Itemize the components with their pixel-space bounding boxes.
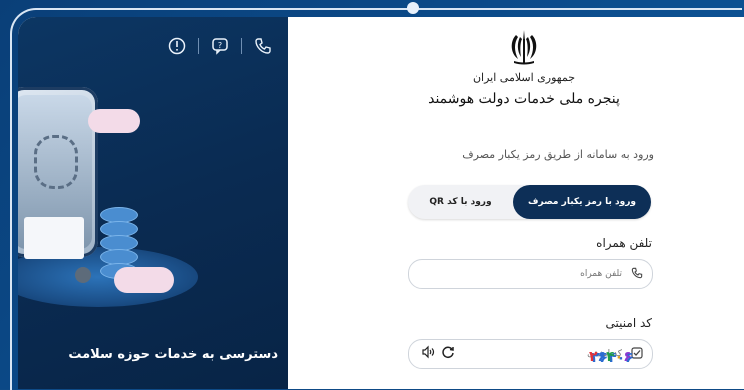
security-code-field: ۲۶۴۰۶: [408, 339, 653, 369]
captcha-char: ۴: [606, 349, 615, 365]
frame-dot: [407, 2, 419, 14]
phone-label: تلفن همراه: [596, 236, 652, 250]
login-method-tabs: ورود با رمز یکبار مصرف ورود با کد QR: [408, 185, 651, 219]
refresh-captcha-icon[interactable]: [441, 345, 455, 363]
audio-captcha-icon[interactable]: [421, 345, 435, 363]
phone-icon: [630, 266, 644, 280]
form-illustration: [24, 217, 84, 259]
phone-icon[interactable]: [252, 35, 274, 57]
top-icons: ?: [166, 35, 274, 57]
captcha-text: ۲۶۴۰۶: [589, 349, 632, 365]
captcha-char: ۰: [614, 349, 624, 365]
captcha-char: ۶: [597, 349, 607, 365]
tab-otp[interactable]: ورود با رمز یکبار مصرف: [513, 185, 651, 219]
phone-field: [408, 259, 653, 289]
security-code-label: کد امنیتی: [605, 316, 652, 330]
fingerprint-icon: [34, 135, 78, 189]
hero-panel: ? دسترسی به خدمات حوزه سلامت: [18, 17, 288, 389]
cloud-icon: [114, 267, 174, 293]
login-panel: جمهوری اسلامی ایران پنجره ملی خدمات دولت…: [288, 17, 744, 389]
divider: [241, 38, 242, 54]
svg-text:?: ?: [218, 41, 222, 50]
tab-qr[interactable]: ورود با کد QR: [408, 185, 513, 219]
chat-icon[interactable]: ?: [209, 35, 231, 57]
login-card: ? دسترسی به خدمات حوزه سلامت جمهوری اسلا…: [18, 17, 744, 389]
org-line-2: پنجره ملی خدمات دولت هوشمند: [428, 91, 620, 107]
divider: [198, 38, 199, 54]
captcha-char: ۲: [589, 349, 598, 365]
cloud-icon: [88, 109, 140, 133]
captcha-char: ۶: [623, 349, 632, 365]
iran-emblem-icon: [504, 27, 544, 67]
captcha-image: ۲۶۴۰۶: [589, 346, 679, 365]
captcha-controls: [421, 345, 455, 363]
info-icon[interactable]: [166, 35, 188, 57]
org-line-1: جمهوری اسلامی ایران: [472, 71, 576, 84]
login-subtitle: ورود به سامانه از طریق رمز یکبار مصرف: [462, 148, 654, 161]
hero-title: دسترسی به خدمات حوزه سلامت: [68, 347, 278, 362]
ball-illustration: [75, 267, 91, 283]
phone-input[interactable]: [460, 264, 624, 284]
